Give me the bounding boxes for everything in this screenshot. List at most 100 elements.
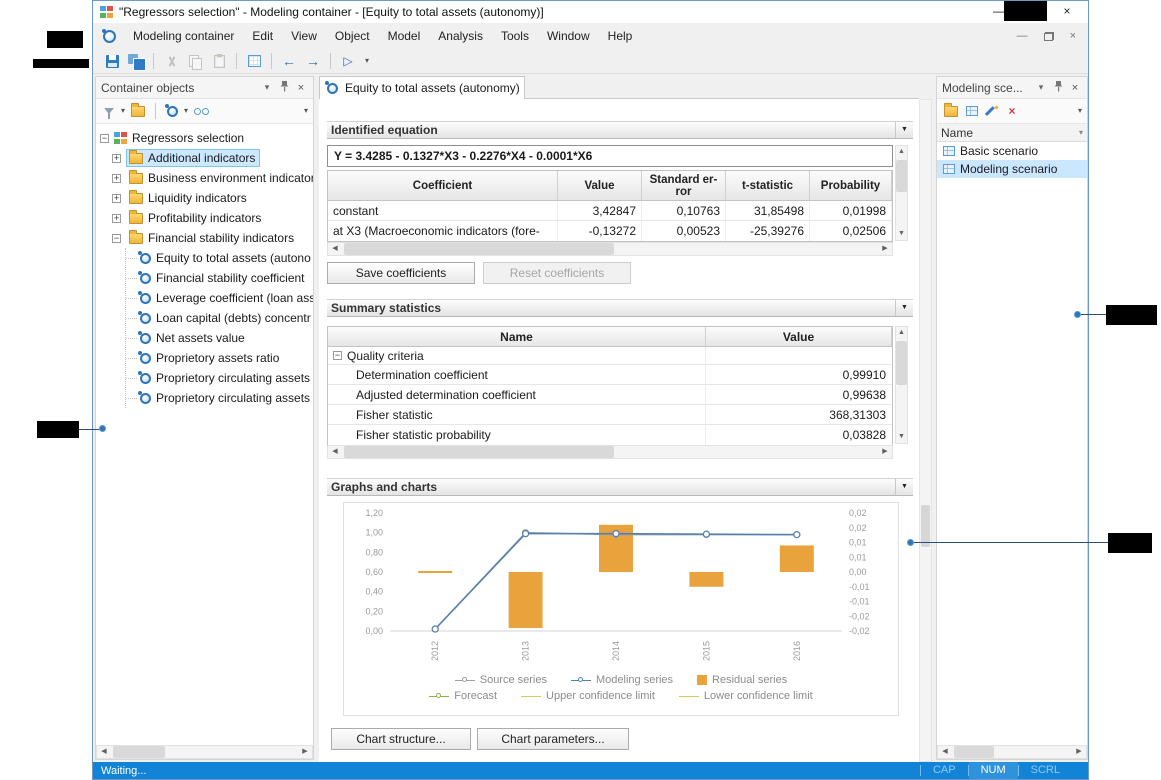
new-model-button[interactable] bbox=[164, 101, 180, 122]
chart-structure-button[interactable]: Chart structure... bbox=[331, 728, 471, 750]
scroll-track[interactable] bbox=[896, 339, 907, 431]
mdi-close-button[interactable]: × bbox=[1070, 30, 1076, 42]
equation-box[interactable]: Y = 3.4285 - 0.1327*X3 - 0.2276*X4 - 0.0… bbox=[327, 145, 893, 167]
coef-column-header[interactable]: Value bbox=[558, 171, 642, 201]
scroll-track[interactable] bbox=[111, 746, 298, 758]
legend-item[interactable]: Forecast bbox=[429, 690, 497, 702]
expander-icon[interactable]: − bbox=[100, 134, 109, 143]
tree-folder[interactable]: +Profitability indicators bbox=[96, 208, 313, 228]
chevron-down-icon[interactable]: ▾ bbox=[260, 82, 274, 93]
tree-folder-node[interactable]: Additional indicators bbox=[126, 149, 260, 167]
tree-model-item[interactable]: Leverage coefficient (loan ass bbox=[126, 288, 313, 308]
summary-column-value[interactable]: Value bbox=[706, 327, 892, 346]
scroll-right-icon[interactable]: ▶ bbox=[878, 243, 892, 255]
chevron-down-icon[interactable]: ▾ bbox=[1078, 107, 1082, 115]
new-folder-button[interactable] bbox=[129, 101, 147, 122]
expander-icon[interactable]: + bbox=[112, 154, 121, 163]
scroll-track[interactable] bbox=[896, 158, 907, 228]
coef-column-header[interactable]: Coefficient bbox=[328, 171, 558, 201]
tree-model-item[interactable]: Proprietory circulating assets bbox=[126, 368, 313, 388]
scroll-track[interactable] bbox=[342, 446, 878, 458]
tree-model-item[interactable]: Proprietory assets ratio bbox=[126, 348, 313, 368]
summary-row[interactable]: Fisher statistic probability0,03828 bbox=[328, 425, 892, 445]
scroll-track[interactable] bbox=[952, 746, 1072, 758]
scroll-left-icon[interactable]: ◀ bbox=[97, 746, 111, 758]
coef-column-header[interactable]: Standard er- ror bbox=[642, 171, 726, 201]
scroll-thumb[interactable] bbox=[896, 341, 907, 385]
back-button[interactable]: ← bbox=[278, 51, 300, 72]
tree-folder[interactable]: +Business environment indicators bbox=[96, 168, 313, 188]
main-vscrollbar[interactable] bbox=[919, 99, 932, 762]
close-icon[interactable]: × bbox=[1068, 82, 1082, 94]
copy-button[interactable] bbox=[184, 51, 206, 72]
forward-button[interactable]: → bbox=[302, 51, 324, 72]
menu-item-edit[interactable]: Edit bbox=[243, 23, 282, 49]
close-button[interactable]: × bbox=[1050, 1, 1084, 22]
links-button[interactable] bbox=[192, 101, 210, 122]
chevron-down-icon[interactable]: ▾ bbox=[121, 107, 125, 115]
collapse-section-icon[interactable]: ▼ bbox=[895, 300, 913, 316]
scroll-right-icon[interactable]: ▶ bbox=[878, 446, 892, 458]
tree-model-item[interactable]: Equity to total assets (autono bbox=[126, 248, 313, 268]
scroll-down-icon[interactable]: ▼ bbox=[895, 431, 909, 443]
chart-parameters-button[interactable]: Chart parameters... bbox=[477, 728, 629, 750]
legend-item[interactable]: Lower confidence limit bbox=[679, 690, 813, 702]
scroll-thumb[interactable] bbox=[344, 243, 614, 255]
summary-hscrollbar[interactable]: ◀ ▶ bbox=[327, 445, 893, 459]
model-menu-icon[interactable] bbox=[103, 30, 116, 43]
summary-row[interactable]: Adjusted determination coefficient0,9963… bbox=[328, 385, 892, 405]
close-icon[interactable]: × bbox=[294, 82, 308, 94]
expander-icon[interactable]: + bbox=[112, 194, 121, 203]
coef-row[interactable]: constant3,428470,1076331,854980,01998 bbox=[328, 201, 892, 221]
summary-vscrollbar[interactable]: ▲ ▼ bbox=[895, 326, 908, 444]
summary-group-row[interactable]: −Quality criteria bbox=[328, 347, 892, 365]
tree-model-item[interactable]: Proprietory circulating assets bbox=[126, 388, 313, 408]
tree-folder[interactable]: −Financial stability indicators bbox=[96, 228, 313, 248]
legend-item[interactable]: Residual series bbox=[697, 674, 787, 686]
scroll-thumb[interactable] bbox=[113, 746, 165, 758]
graphs-and-charts-header[interactable]: Graphs and charts ▼ bbox=[327, 478, 913, 496]
scroll-left-icon[interactable]: ◀ bbox=[328, 243, 342, 255]
save-coefficients-button[interactable]: Save coefficients bbox=[327, 262, 475, 284]
new-folder-button[interactable] bbox=[942, 101, 960, 122]
cut-button[interactable] bbox=[160, 51, 182, 72]
tree-folder-node[interactable]: Financial stability indicators bbox=[126, 229, 299, 247]
scenario-column-header[interactable]: Name ▾ bbox=[937, 124, 1087, 142]
menu-item-object[interactable]: Object bbox=[326, 23, 379, 49]
menu-item-help[interactable]: Help bbox=[599, 23, 642, 49]
chart-area[interactable]: 1,201,000,800,600,400,200,000,020,020,01… bbox=[343, 502, 899, 716]
filter-button[interactable] bbox=[101, 101, 117, 122]
legend-item[interactable]: Upper confidence limit bbox=[521, 690, 655, 702]
tree-root[interactable]: −Regressors selection bbox=[96, 128, 313, 148]
scroll-down-icon[interactable]: ▼ bbox=[895, 228, 909, 240]
equation-vscrollbar[interactable]: ▲ ▼ bbox=[895, 145, 908, 241]
expander-icon[interactable]: − bbox=[333, 351, 342, 360]
scroll-left-icon[interactable]: ◀ bbox=[328, 446, 342, 458]
scroll-up-icon[interactable]: ▲ bbox=[895, 327, 909, 339]
tree-model-item[interactable]: Financial stability coefficient bbox=[126, 268, 313, 288]
scroll-right-icon[interactable]: ▶ bbox=[298, 746, 312, 758]
chevron-down-icon[interactable]: ▾ bbox=[184, 107, 188, 115]
delete-scenario-button[interactable]: × bbox=[1004, 101, 1020, 122]
scenario-item[interactable]: Modeling scenario bbox=[937, 160, 1087, 178]
coef-column-header[interactable]: t-statistic bbox=[726, 171, 810, 201]
coef-hscrollbar[interactable]: ◀ ▶ bbox=[327, 242, 893, 256]
run-dropdown[interactable]: ▾ bbox=[361, 51, 373, 72]
scroll-up-icon[interactable]: ▲ bbox=[895, 146, 909, 158]
mdi-restore-button[interactable] bbox=[1044, 32, 1054, 41]
save-all-button[interactable] bbox=[125, 51, 147, 72]
mdi-minimize-button[interactable]: — bbox=[1017, 30, 1028, 42]
scenario-item[interactable]: Basic scenario bbox=[937, 142, 1087, 160]
paste-button[interactable] bbox=[208, 51, 230, 72]
tree-folder-node[interactable]: Liquidity indicators bbox=[126, 189, 252, 207]
chevron-down-icon[interactable]: ▾ bbox=[1079, 128, 1083, 137]
chevron-down-icon[interactable]: ▾ bbox=[304, 107, 308, 115]
scroll-thumb[interactable] bbox=[954, 746, 994, 758]
menu-item-window[interactable]: Window bbox=[538, 23, 599, 49]
coef-column-header[interactable]: Probability bbox=[810, 171, 892, 201]
summary-statistics-header[interactable]: Summary statistics ▼ bbox=[327, 299, 913, 317]
pin-icon[interactable] bbox=[277, 81, 291, 94]
menu-item-modeling-container[interactable]: Modeling container bbox=[124, 23, 243, 49]
menu-item-view[interactable]: View bbox=[282, 23, 326, 49]
scroll-thumb[interactable] bbox=[344, 446, 614, 458]
